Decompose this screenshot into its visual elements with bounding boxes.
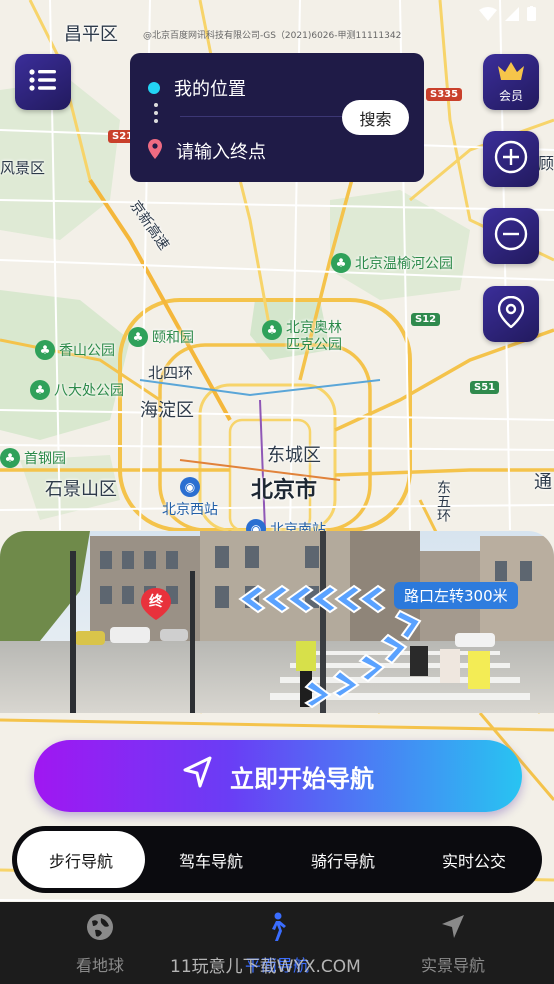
globe-icon — [85, 912, 115, 946]
poi-olympic[interactable]: ♣ 北京奥林匹克公园 — [262, 320, 354, 354]
destination-placeholder: 请输入终点 — [176, 142, 266, 163]
watermark-text: 11玩意儿下载WYX.COM — [170, 957, 361, 977]
district-label: 昌平区 — [64, 24, 118, 45]
vip-button[interactable]: 会员 — [483, 54, 539, 110]
crown-icon — [496, 60, 526, 85]
location-pin-icon — [148, 138, 162, 164]
wifi-icon — [479, 6, 497, 25]
park-icon: ♣ — [128, 327, 148, 347]
zoom-out-button[interactable] — [483, 208, 539, 264]
walker-icon — [264, 912, 290, 946]
destination-marker-label: 终 — [149, 594, 163, 610]
locate-button[interactable] — [483, 286, 539, 342]
poi-xizhan[interactable]: ◉ 北京西站 — [162, 477, 218, 519]
park-icon: ♣ — [35, 340, 55, 360]
street-view-image — [0, 531, 554, 713]
vip-label: 会员 — [498, 89, 523, 103]
district-label: 海淀区 — [140, 400, 194, 421]
location-pin-icon — [497, 295, 525, 332]
start-location-text: 我的位置 — [174, 79, 246, 100]
poi-wenyuhe[interactable]: ♣ 北京温榆河公园 — [331, 253, 453, 273]
start-navigation-button[interactable]: 立即开始导航 — [34, 740, 522, 812]
navigation-mode-tabs: 步行导航 驾车导航 骑行导航 实时公交 — [12, 826, 542, 893]
park-icon: ♣ — [262, 320, 282, 340]
battery-icon — [527, 6, 536, 25]
park-icon: ♣ — [331, 253, 351, 273]
nav-realview-navigation[interactable]: 实景导航 — [393, 912, 513, 976]
start-navigation-label: 立即开始导航 — [230, 764, 374, 793]
destination-marker: 终 — [139, 587, 173, 621]
start-location-row[interactable]: 我的位置 — [148, 75, 246, 101]
route-badge: S335 — [426, 88, 463, 101]
destination-input[interactable]: 请输入终点 — [148, 138, 266, 164]
nav-earth-label: 看地球 — [75, 956, 124, 975]
status-bar — [479, 6, 536, 25]
plus-circle-icon — [494, 140, 528, 178]
start-dot-icon — [148, 82, 160, 94]
road-label: 北四环 — [148, 364, 194, 382]
nav-earth[interactable]: 看地球 — [40, 912, 160, 976]
district-label: 顾 — [538, 154, 554, 173]
tab-walking[interactable]: 步行导航 — [17, 831, 145, 888]
menu-list-icon — [28, 68, 58, 96]
poi-yiheyuan[interactable]: ♣ 颐和园 — [128, 327, 194, 347]
district-label: 通 — [534, 472, 552, 493]
map-copyright: @北京百度网讯科技有限公司-GS（2021)6026-甲测11111342 — [143, 31, 402, 41]
route-badge: S51 — [470, 381, 500, 394]
tab-driving[interactable]: 驾车导航 — [147, 831, 275, 888]
minus-circle-icon — [494, 217, 528, 255]
poi-shougang[interactable]: ♣ 首钢园 — [0, 448, 66, 468]
nav-realview-navigation-label: 实景导航 — [420, 956, 485, 975]
road-label: 东五环 — [435, 480, 451, 522]
navigation-arrow-icon — [439, 912, 467, 946]
turn-instruction-badge: 路口左转300米 — [394, 582, 518, 609]
signal-icon — [505, 6, 519, 25]
tab-bus[interactable]: 实时公交 — [410, 831, 538, 888]
city-label: 北京市 — [251, 478, 318, 503]
zoom-in-button[interactable] — [483, 131, 539, 187]
poi-badachu[interactable]: ♣ 八大处公园 — [30, 380, 124, 400]
menu-button[interactable] — [15, 54, 71, 110]
poi-xiangshan[interactable]: ♣ 香山公园 — [35, 340, 115, 360]
navigation-arrow-icon — [182, 756, 214, 796]
train-station-icon: ◉ — [180, 477, 200, 497]
route-badge: S12 — [411, 313, 441, 326]
district-label: 东城区 — [267, 445, 321, 466]
route-input-panel: 我的位置 请输入终点 搜索 — [130, 53, 424, 182]
route-dots-icon — [154, 103, 158, 123]
district-label: 风景区 — [0, 159, 46, 177]
tab-cycling[interactable]: 骑行导航 — [279, 831, 407, 888]
search-button[interactable]: 搜索 — [342, 100, 409, 135]
park-icon: ♣ — [0, 448, 20, 468]
park-icon: ♣ — [30, 380, 50, 400]
street-view-preview[interactable] — [0, 531, 554, 713]
district-label: 石景山区 — [45, 479, 117, 500]
